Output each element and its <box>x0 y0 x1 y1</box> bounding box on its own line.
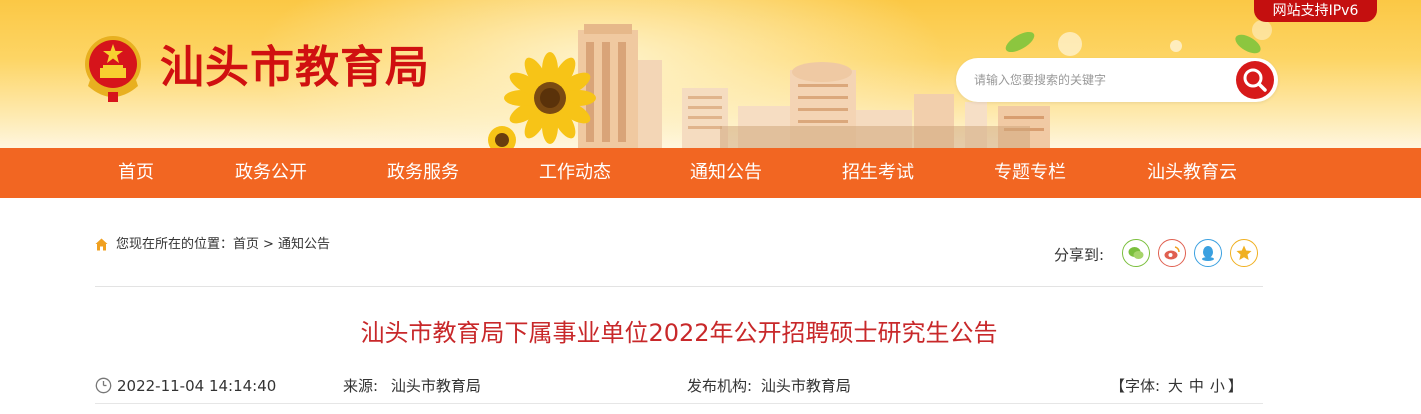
weibo-icon <box>1164 246 1180 260</box>
divider <box>95 286 1263 287</box>
wechat-icon <box>1128 247 1144 259</box>
publisher-value: 汕头市教育局 <box>760 377 851 395</box>
home-icon <box>95 238 108 251</box>
share-qzone-button[interactable] <box>1230 239 1258 267</box>
breadcrumb-prefix: 您现在所在的位置： <box>116 237 234 252</box>
share-label: 分享到: <box>1054 246 1105 264</box>
leaves-decoration <box>1005 20 1272 56</box>
breadcrumb-notices-link[interactable]: 通知公告 <box>278 237 330 252</box>
nav-item-gov-services[interactable]: 政务服务 <box>378 148 468 198</box>
font-size-large[interactable]: 大 <box>1168 377 1183 395</box>
font-size-open: 【字体: <box>1110 377 1161 395</box>
qq-icon <box>1202 246 1214 261</box>
ipv6-badge[interactable]: 网站支持IPv6 <box>1254 0 1377 22</box>
font-size-switcher: 【字体: 大中小】 <box>1110 376 1243 396</box>
font-size-close: 】 <box>1227 377 1243 395</box>
national-emblem-icon <box>85 36 141 102</box>
font-size-small[interactable]: 小 <box>1210 377 1225 395</box>
source-info: 来源: 汕头市教育局 <box>343 376 481 396</box>
nav-item-gov-affairs[interactable]: 政务公开 <box>226 148 316 198</box>
search-box <box>956 58 1278 102</box>
nav-item-notices[interactable]: 通知公告 <box>681 148 771 198</box>
source-value: 汕头市教育局 <box>390 377 481 395</box>
site-title: 汕头市教育局 <box>160 42 430 93</box>
search-icon <box>1243 68 1267 92</box>
breadcrumb-home-link[interactable]: 首页 <box>233 237 259 252</box>
meta-divider <box>95 403 1263 404</box>
share-qq-button[interactable] <box>1194 239 1222 267</box>
search-input[interactable] <box>974 68 1224 92</box>
nav-item-special-topics[interactable]: 专题专栏 <box>985 148 1075 198</box>
breadcrumb-separator: > <box>263 237 274 252</box>
sunflower-decoration <box>488 52 596 148</box>
nav-item-edu-cloud[interactable]: 汕头教育云 <box>1137 148 1247 198</box>
search-button[interactable] <box>1236 61 1274 99</box>
nav-item-enrollment[interactable]: 招生考试 <box>833 148 923 198</box>
nav-item-home[interactable]: 首页 <box>96 148 176 198</box>
article-title: 汕头市教育局下属事业单位2022年公开招聘硕士研究生公告 <box>360 319 998 347</box>
share-weibo-button[interactable] <box>1158 239 1186 267</box>
share-wechat-button[interactable] <box>1122 239 1150 267</box>
publisher-label: 发布机构: <box>687 377 753 395</box>
publisher-info: 发布机构: 汕头市教育局 <box>687 376 851 396</box>
clock-icon <box>95 377 112 394</box>
font-size-medium[interactable]: 中 <box>1189 377 1204 395</box>
qzone-icon <box>1236 245 1252 260</box>
publish-datetime: 2022-11-04 14:14:40 <box>117 377 277 395</box>
nav-item-work-news[interactable]: 工作动态 <box>530 148 620 198</box>
breadcrumb: 您现在所在的位置：首页 > 通知公告 <box>116 236 330 254</box>
source-label: 来源: <box>343 377 379 395</box>
main-nav: 首页 政务公开 政务服务 工作动态 通知公告 招生考试 专题专栏 汕头教育云 <box>0 148 1421 198</box>
